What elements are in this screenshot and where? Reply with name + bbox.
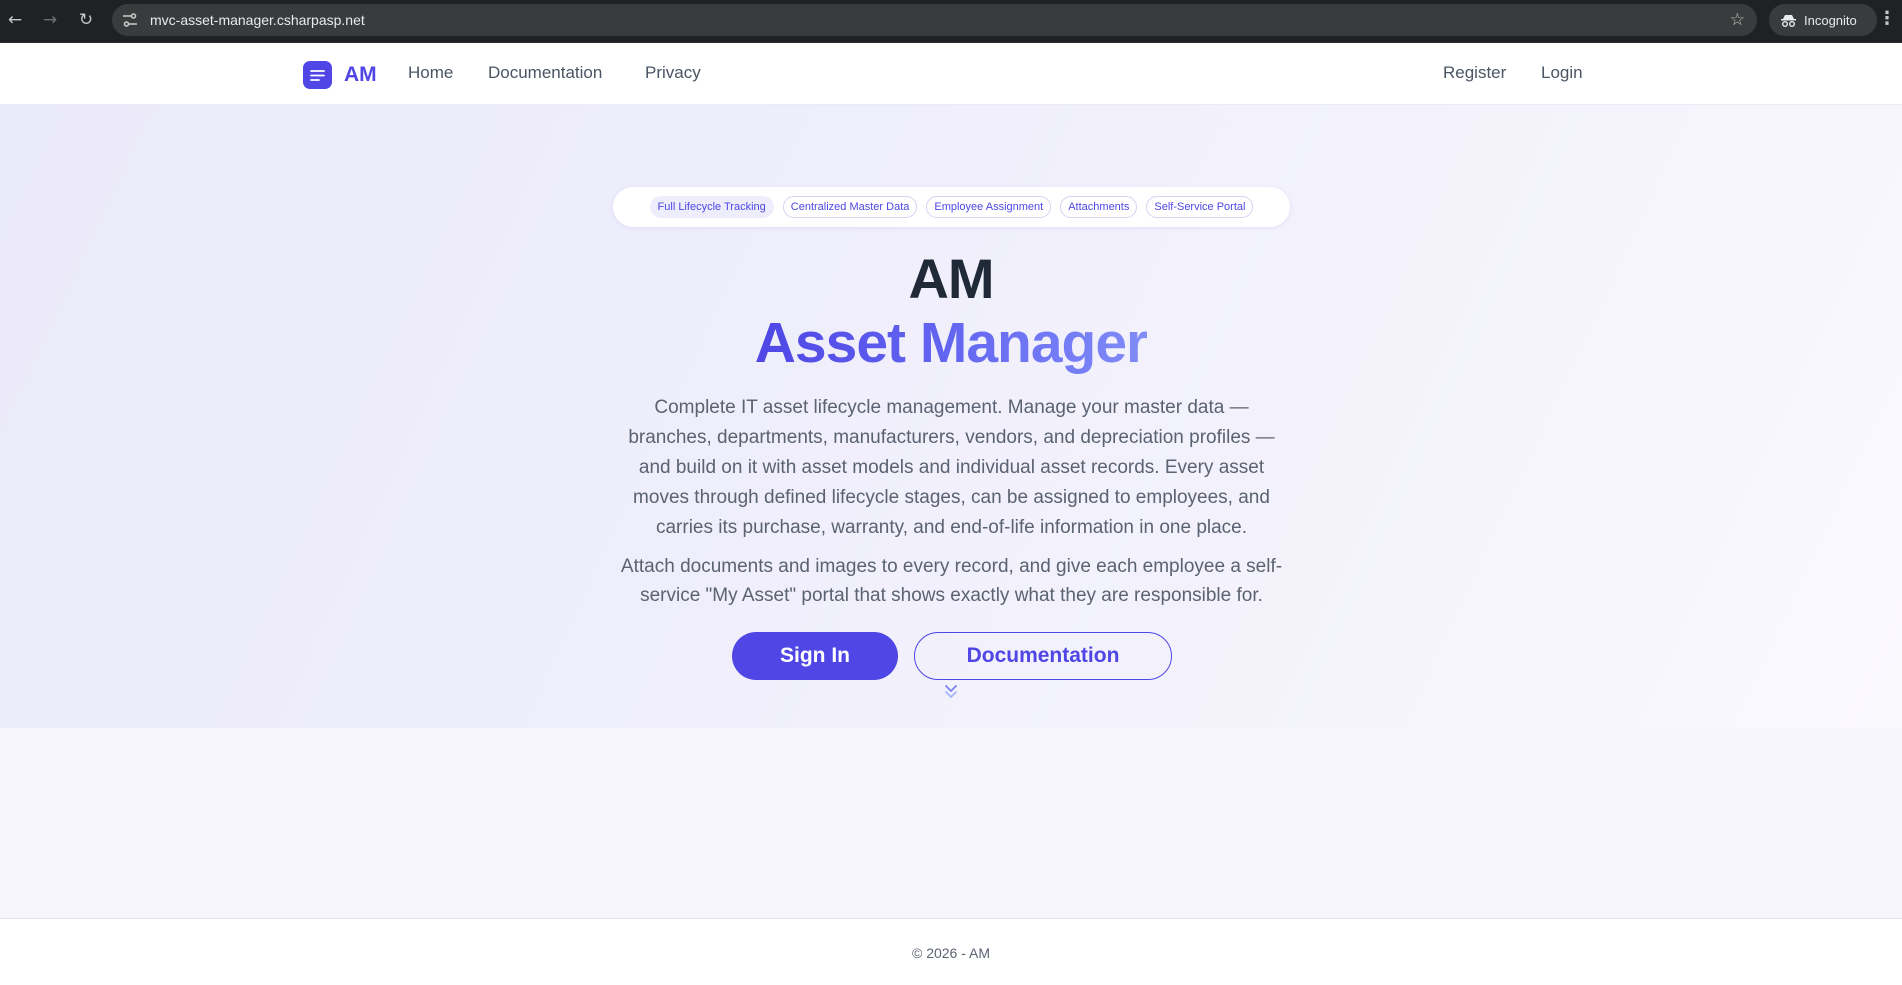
site-header: AM Home Documentation Privacy Register L…: [0, 43, 1902, 105]
sign-in-button[interactable]: Sign In: [732, 632, 898, 680]
forward-arrow-icon[interactable]: →: [38, 8, 62, 32]
pill-employee-assignment: Employee Assignment: [926, 196, 1052, 218]
site-settings-icon[interactable]: [122, 12, 138, 28]
hero-title-full: Asset Manager: [0, 310, 1902, 376]
nav-documentation[interactable]: Documentation: [488, 63, 602, 83]
browser-menu-icon[interactable]: ⋮: [1878, 9, 1896, 27]
menu-lines-icon: [303, 61, 332, 89]
reload-icon[interactable]: ↻: [74, 8, 98, 32]
scroll-down-chevrons-icon[interactable]: [943, 683, 959, 701]
incognito-label: Incognito: [1804, 12, 1857, 28]
back-arrow-icon[interactable]: ←: [3, 8, 27, 32]
hero-description-secondary: Attach documents and images to every rec…: [620, 556, 1283, 606]
pill-self-service: Self-Service Portal: [1146, 196, 1254, 218]
nav-privacy[interactable]: Privacy: [645, 63, 701, 83]
nav-register[interactable]: Register: [1443, 63, 1506, 83]
browser-toolbar: ← → ↻ mvc-asset-manager.csharpasp.net ☆ …: [0, 0, 1902, 43]
url-text[interactable]: mvc-asset-manager.csharpasp.net: [150, 12, 365, 28]
hero-description: Complete IT asset lifecycle management. …: [628, 397, 1275, 538]
address-bar[interactable]: mvc-asset-manager.csharpasp.net ☆: [112, 4, 1757, 36]
hero-section: Full Lifecycle Tracking Centralized Mast…: [0, 105, 1902, 728]
pill-master-data: Centralized Master Data: [782, 196, 918, 218]
nav-login[interactable]: Login: [1541, 63, 1583, 83]
hero-title-short: AM: [908, 247, 994, 310]
nav-home[interactable]: Home: [408, 63, 453, 83]
site-footer: © 2026 - AM: [0, 918, 1902, 985]
documentation-button[interactable]: Documentation: [914, 632, 1172, 680]
brand-link[interactable]: AM: [303, 61, 377, 89]
bookmark-star-icon[interactable]: ☆: [1730, 10, 1745, 30]
copyright-text: © 2026 - AM: [911, 945, 991, 961]
hero-title-text: Asset Manager: [754, 311, 1148, 375]
brand-name: AM: [344, 63, 377, 86]
feature-pills: Full Lifecycle Tracking Centralized Mast…: [613, 187, 1290, 227]
incognito-icon: [1781, 14, 1796, 27]
pill-lifecycle: Full Lifecycle Tracking: [649, 196, 774, 218]
incognito-badge[interactable]: Incognito: [1769, 4, 1877, 36]
pill-attachments: Attachments: [1060, 196, 1138, 218]
